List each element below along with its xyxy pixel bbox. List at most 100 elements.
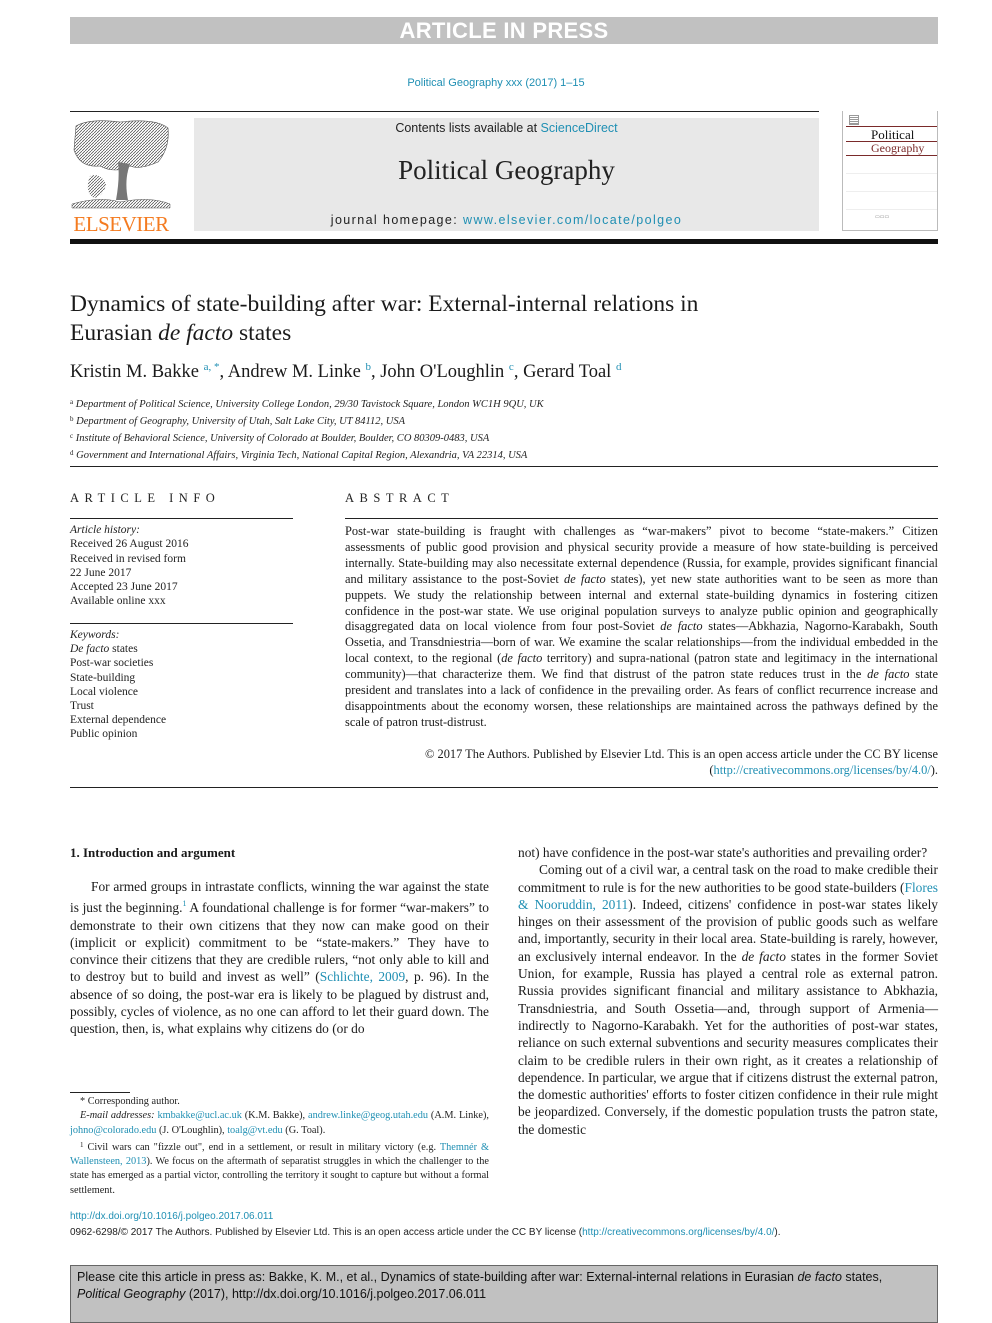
cc-license-link[interactable]: http://creativecommons.org/licenses/by/4… [582, 1227, 774, 1238]
paragraph: Coming out of a civil war, a central tas… [518, 861, 938, 1138]
footnote-emails: E-mail addresses: kmbakke@ucl.ac.uk (K.M… [70, 1109, 489, 1138]
keyword-item: Post-war societies [70, 657, 154, 670]
keyword-text: states [109, 643, 138, 656]
journal-homepage-line: journal homepage: www.elsevier.com/locat… [194, 213, 819, 227]
journal-cover-thumbnail[interactable]: Political Geography ▭▭▭ [842, 111, 938, 231]
body-column-left: For armed groups in intrastate conflicts… [70, 878, 489, 1038]
masthead-bottom-rule [70, 239, 938, 244]
email-owner: (G. Toal). [282, 1124, 326, 1136]
abstract-heading: ABSTRACT [345, 491, 455, 505]
doi-link[interactable]: http://dx.doi.org/10.1016/j.polgeo.2017.… [70, 1211, 273, 1222]
divider [345, 518, 938, 519]
affiliation-item: a Department of Political Science, Unive… [70, 395, 544, 412]
paragraph: not) have confidence in the post-war sta… [518, 845, 928, 860]
cover-title-line2: Geography [871, 141, 925, 155]
elsevier-wordmark: ELSEVIER [73, 212, 169, 236]
footnote-1: 1 Civil wars can "fizzle out", end in a … [70, 1138, 489, 1198]
title-text: Eurasian [70, 320, 159, 346]
affiliations: a Department of Political Science, Unive… [70, 395, 544, 463]
abstract-text: Post-war state-building is fraught with … [345, 524, 938, 731]
keyword-item: State-building [70, 671, 136, 684]
citation-link[interactable]: Schlichte, 2009 [320, 969, 405, 984]
homepage-prefix: journal homepage: [330, 213, 464, 227]
sciencedirect-link[interactable]: ScienceDirect [541, 121, 618, 135]
email-label: E-mail addresses: [80, 1110, 155, 1122]
abstract-italic: de facto [867, 667, 910, 682]
keyword-item: Public opinion [70, 728, 138, 741]
history-header: Article history: [70, 524, 140, 536]
history-item: 22 June 2017 [70, 566, 132, 579]
paragraph: For armed groups in intrastate conflicts… [70, 878, 489, 1038]
keyword-item: Local violence [70, 685, 139, 698]
affiliation-item: b Department of Geography, University of… [70, 412, 544, 429]
body-column-right: not) have confidence in the post-war sta… [518, 844, 938, 1138]
paren: ). [774, 1227, 781, 1238]
keyword-item: Trust [70, 700, 94, 713]
contents-prefix: Contents lists available at [395, 121, 541, 135]
issn-license-line: 0962-6298/© 2017 The Authors. Published … [70, 1227, 781, 1238]
cite-text: (2017), http://dx.doi.org/10.1016/j.polg… [185, 1287, 487, 1301]
author-name[interactable]: John O'Loughlin [380, 362, 504, 382]
abstract-italic: de facto [501, 651, 543, 666]
footnote-corresponding: * Corresponding author. [80, 1096, 180, 1107]
keywords-header: Keywords: [70, 629, 120, 641]
title-line-2: Eurasian de facto states [70, 319, 870, 348]
divider [70, 466, 938, 467]
cover-divider [846, 173, 937, 174]
journal-citation-link[interactable]: Political Geography xxx (2017) 1–15 [0, 77, 992, 89]
author-separator: , [370, 362, 381, 382]
email-owner: (J. O'Loughlin), [156, 1124, 228, 1136]
journal-homepage-link[interactable]: www.elsevier.com/locate/polgeo [463, 213, 682, 227]
author-list: Kristin M. Bakke a, *, Andrew M. Linke b… [70, 361, 621, 383]
affiliation-item: c Institute of Behavioral Science, Unive… [70, 429, 544, 446]
affiliation-key: d [70, 449, 74, 457]
affiliation-key: c [70, 432, 74, 440]
email-link[interactable]: kmbakke@ucl.ac.uk [157, 1110, 241, 1121]
email-owner: (K.M. Bakke), [241, 1110, 308, 1122]
title-line-1: Dynamics of state-building after war: Ex… [70, 291, 699, 317]
cite-italic: de facto [797, 1270, 842, 1284]
section-heading: 1. Introduction and argument [70, 845, 236, 860]
cover-publisher-icon [849, 115, 859, 125]
cover-rule [846, 155, 937, 156]
history-item: Received 26 August 2016 [70, 538, 189, 551]
affiliation-text: Government and International Affairs, Vi… [76, 450, 528, 461]
copyright-text: © 2017 The Authors. Published by Elsevie… [425, 747, 938, 761]
contents-line: Contents lists available at ScienceDirec… [194, 121, 819, 135]
cite-text: states, [841, 1270, 883, 1284]
footnotes: * Corresponding author. E-mail addresses… [70, 1095, 489, 1198]
article-history: Article history: Received 26 August 2016… [70, 523, 189, 609]
history-item: Received in revised form [70, 552, 186, 565]
italic-text: de facto [741, 948, 786, 964]
divider [70, 787, 938, 788]
cover-footer-logo-icon: ▭▭▭ [875, 215, 890, 220]
email-link[interactable]: johno@colorado.edu [70, 1125, 156, 1136]
paren: ). [930, 762, 938, 777]
keyword-item: External dependence [70, 714, 167, 727]
author-separator: , [513, 362, 524, 382]
divider [70, 518, 293, 519]
author-affiliation-marker[interactable]: a, * [204, 361, 220, 373]
text: states in the former Soviet Union, for e… [518, 948, 938, 1137]
author-name[interactable]: Gerard Toal [523, 362, 611, 382]
author-affiliation-marker[interactable]: d [616, 361, 622, 373]
keywords: Keywords: De facto states Post-war socie… [70, 628, 166, 742]
affiliation-item: d Government and International Affairs, … [70, 446, 544, 463]
email-link[interactable]: toalg@vt.edu [227, 1125, 283, 1136]
article-title: Dynamics of state-building after war: Ex… [70, 290, 870, 348]
title-italic: de facto [158, 320, 234, 346]
email-link[interactable]: andrew.linke@geog.utah.edu [308, 1110, 428, 1121]
keyword-italic: De facto [70, 643, 110, 656]
keyword-item: De facto states [70, 642, 166, 656]
abstract-italic: de facto [660, 619, 703, 634]
author-name[interactable]: Kristin M. Bakke [70, 362, 199, 382]
affiliation-text: Department of Geography, University of U… [76, 416, 406, 427]
abstract-copyright: © 2017 The Authors. Published by Elsevie… [345, 747, 938, 779]
footnote-rule [70, 1092, 130, 1093]
abstract-italic: de facto [564, 571, 606, 586]
affiliation-text: Institute of Behavioral Science, Univers… [75, 433, 490, 444]
cite-journal: Political Geography [77, 1287, 186, 1301]
author-name[interactable]: Andrew M. Linke [228, 362, 361, 382]
cover-divider [846, 191, 937, 192]
cc-license-link[interactable]: http://creativecommons.org/licenses/by/4… [714, 763, 931, 777]
